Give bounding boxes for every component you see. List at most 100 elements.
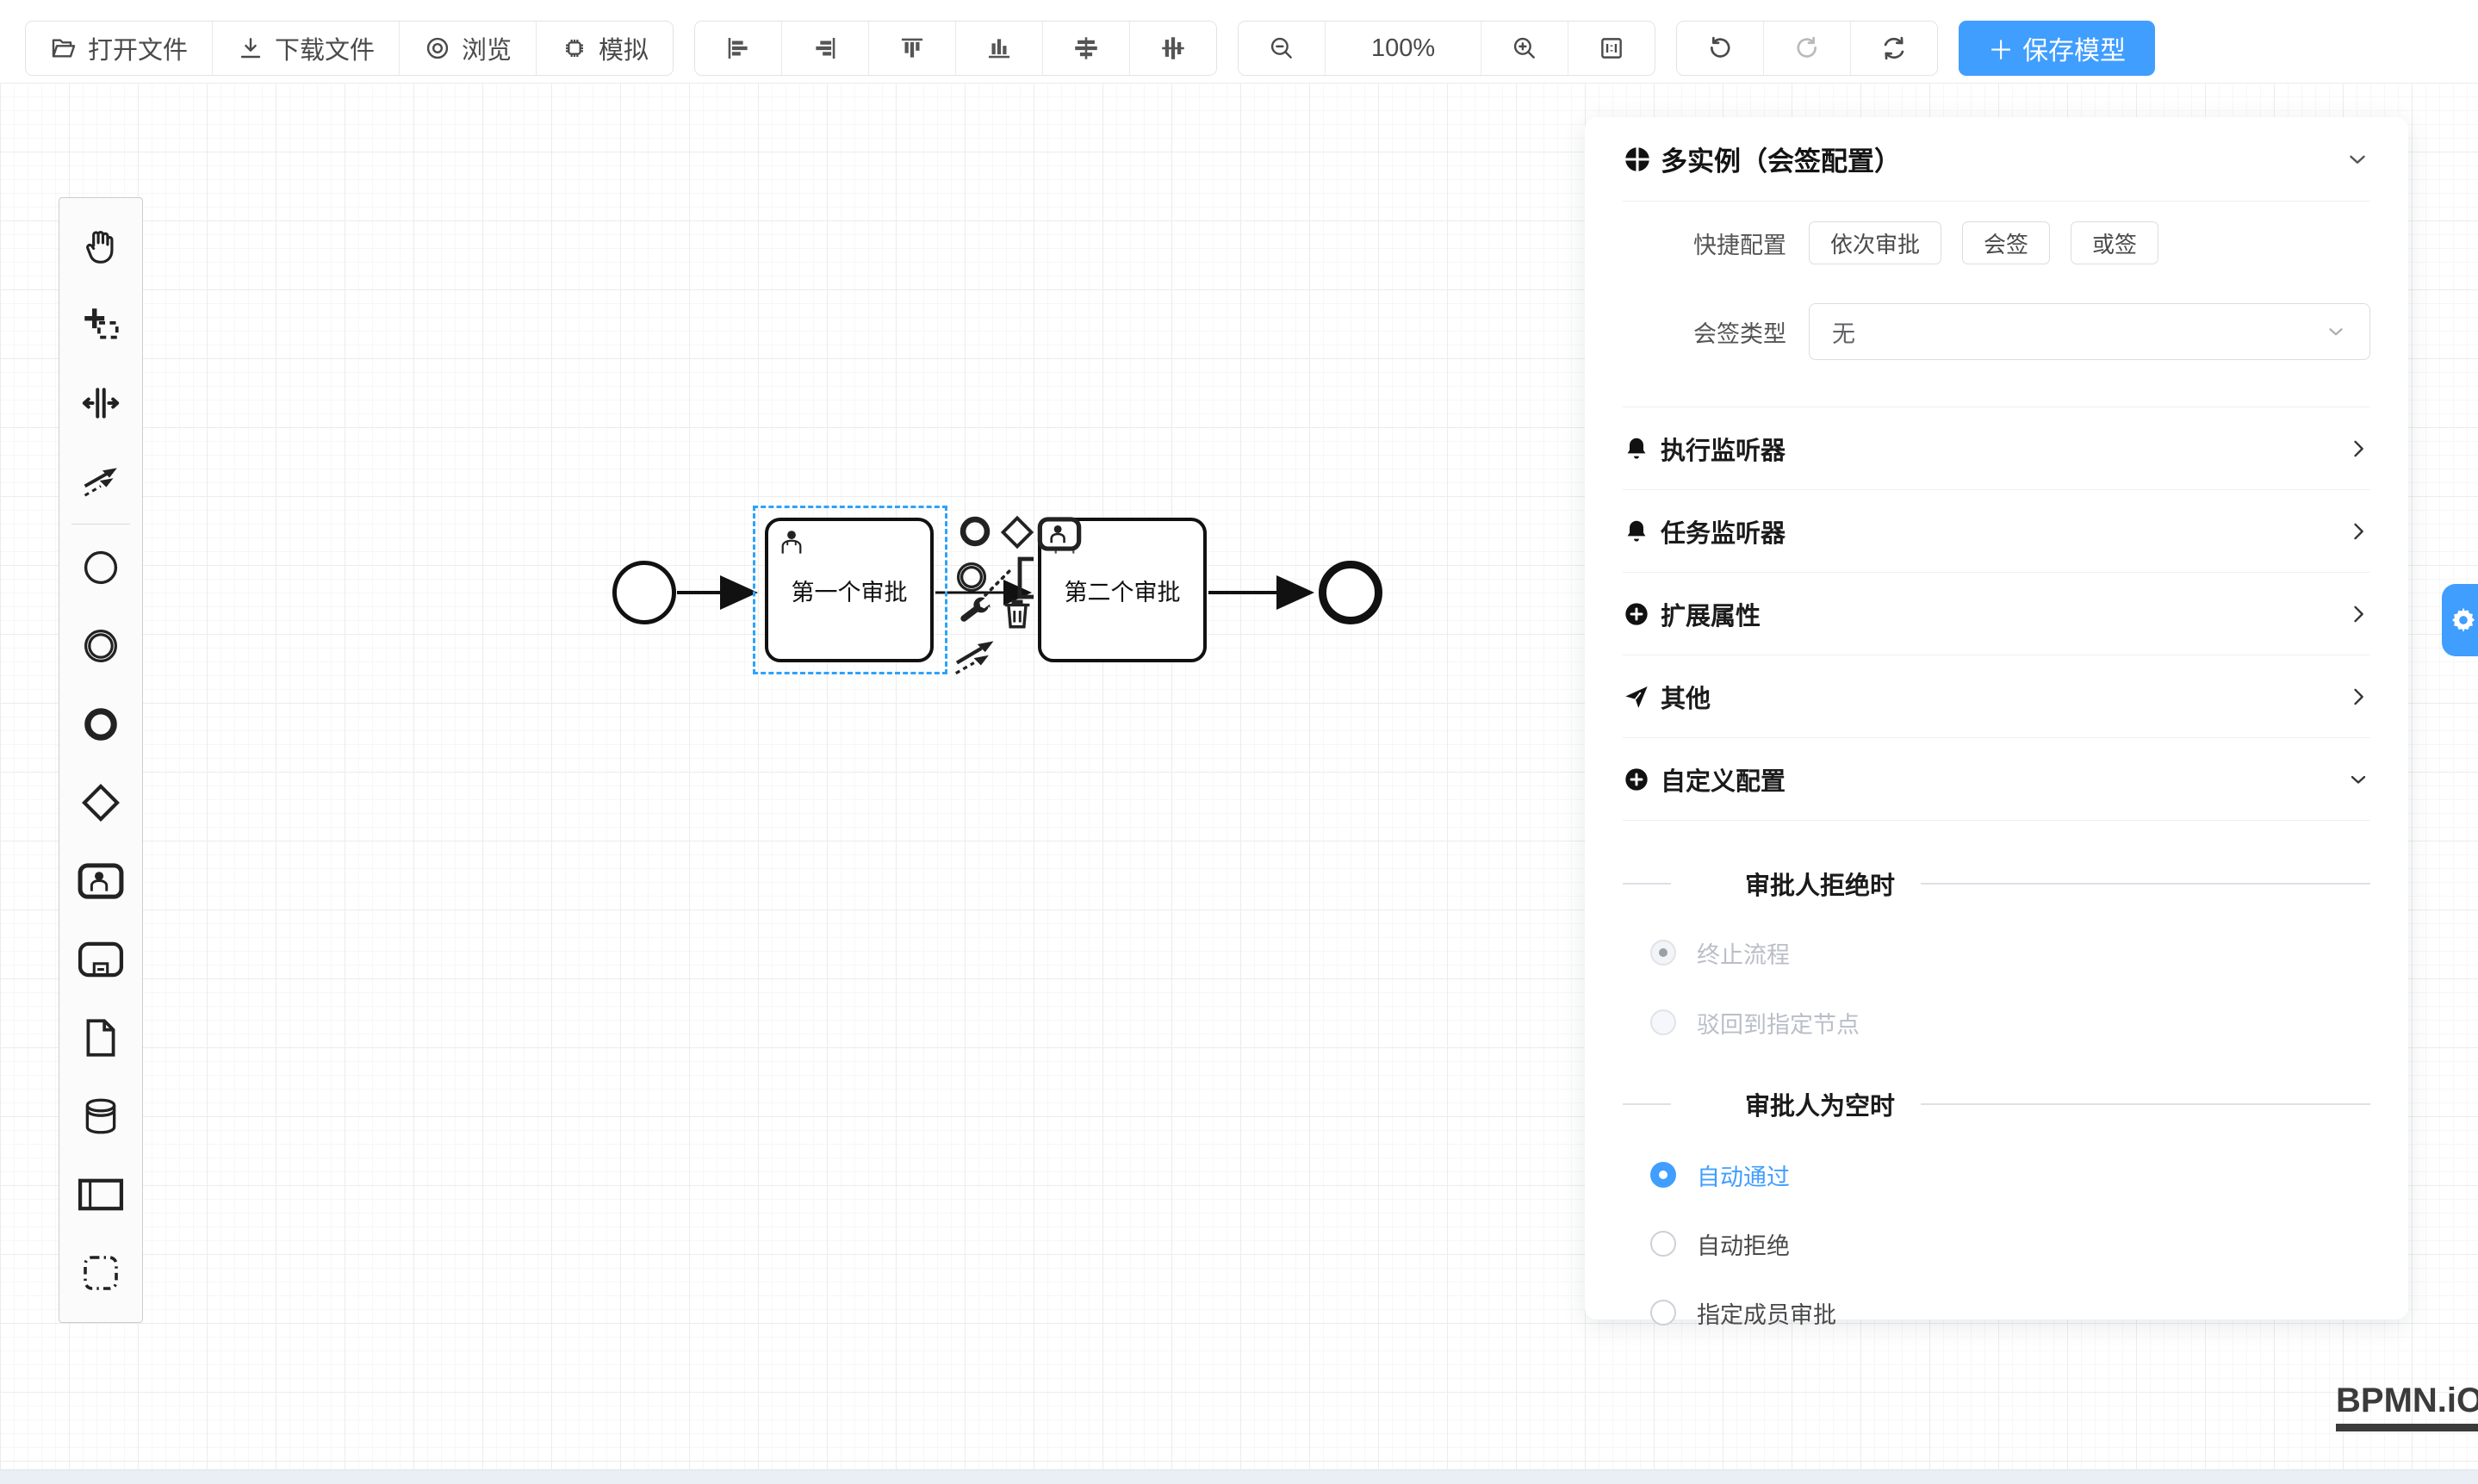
- hand-icon: [79, 225, 122, 268]
- panel-sections: 执行监听器 任务监听器 扩展属性 其他 自定义配置: [1623, 407, 2370, 821]
- fit-viewport-button[interactable]: [1568, 22, 1655, 75]
- align-right-button[interactable]: [781, 22, 868, 75]
- intermediate-event-icon: [80, 625, 121, 667]
- bpmn-io-logo[interactable]: BPMN.iO: [2336, 1382, 2478, 1431]
- download-file-button[interactable]: 下载文件: [212, 22, 399, 75]
- horizontal-scrollbar[interactable]: [0, 1469, 2478, 1484]
- radio-label: 终止流程: [1697, 936, 1790, 970]
- align-bottom-button[interactable]: [955, 22, 1042, 75]
- align-center-vertical-icon: [1158, 34, 1188, 63]
- start-event-shape[interactable]: [612, 561, 676, 624]
- empty-heading: 审批人为空时: [1745, 1086, 1895, 1122]
- radio-button[interactable]: [1650, 940, 1676, 966]
- radio-button[interactable]: [1650, 1009, 1676, 1035]
- section-label: 执行监听器: [1661, 431, 2346, 467]
- append-gateway-button[interactable]: [997, 512, 1037, 552]
- toolbar: 打开文件 下载文件 浏览 模拟: [25, 21, 2155, 76]
- global-connect-tool[interactable]: [59, 442, 142, 520]
- palette-participant-pool[interactable]: [59, 1155, 142, 1233]
- chevron-right-icon: [2346, 519, 2370, 543]
- save-model-button[interactable]: ＋ 保存模型: [1959, 21, 2155, 76]
- chevron-down-icon[interactable]: [2344, 146, 2370, 172]
- palette-end-event[interactable]: [59, 685, 142, 763]
- palette-start-event[interactable]: [59, 528, 142, 606]
- chevron-right-icon: [2346, 437, 2370, 461]
- send-icon: [1623, 683, 1650, 711]
- palette-user-task[interactable]: [59, 841, 142, 920]
- palette-group[interactable]: [59, 1233, 142, 1312]
- divider-line: [1921, 883, 2370, 885]
- settings-tab-button[interactable]: [2442, 584, 2478, 656]
- zoom-in-button[interactable]: [1481, 22, 1568, 75]
- download-icon: [237, 34, 264, 62]
- hand-tool[interactable]: [59, 207, 142, 285]
- preview-button[interactable]: 浏览: [399, 22, 536, 75]
- connect-tool-button[interactable]: [951, 633, 999, 681]
- subprocess-icon: [78, 941, 124, 978]
- folder-open-icon: [50, 34, 78, 62]
- lasso-tool[interactable]: [59, 285, 142, 363]
- reset-button[interactable]: [1850, 22, 1937, 75]
- refresh-icon: [1879, 34, 1909, 63]
- chevron-right-icon: [2346, 685, 2370, 709]
- align-left-button[interactable]: [695, 22, 781, 75]
- plus-icon: ＋: [1988, 29, 2014, 67]
- simulate-button[interactable]: 模拟: [536, 22, 673, 75]
- multi-instance-icon: [1623, 145, 1652, 174]
- palette-subprocess[interactable]: [59, 920, 142, 998]
- append-user-task-button[interactable]: [1037, 516, 1082, 552]
- bpmn-modeler-app: 打开文件 下载文件 浏览 模拟: [0, 0, 2478, 1484]
- radio-button[interactable]: [1650, 1300, 1676, 1326]
- open-file-button[interactable]: 打开文件: [26, 22, 212, 75]
- radio-button[interactable]: [1650, 1162, 1676, 1188]
- section-custom-config[interactable]: 自定义配置: [1623, 737, 2370, 821]
- user-task-shape-1[interactable]: 第一个审批: [765, 518, 934, 662]
- zoom-in-icon: [1510, 34, 1539, 63]
- or-sign-button[interactable]: 或签: [2071, 221, 2158, 264]
- zoom-level-display[interactable]: 100%: [1325, 22, 1481, 75]
- radio-label: 自动通过: [1697, 1158, 1790, 1192]
- end-event-shape[interactable]: [1319, 561, 1382, 624]
- palette-gateway[interactable]: [59, 763, 142, 841]
- gateway-icon: [78, 780, 123, 825]
- undo-button[interactable]: [1677, 22, 1763, 75]
- align-center-horizontal-button[interactable]: [1042, 22, 1129, 75]
- section-task-listener[interactable]: 任务监听器: [1623, 489, 2370, 572]
- radio-button[interactable]: [1650, 1231, 1676, 1257]
- palette-data-object[interactable]: [59, 998, 142, 1077]
- align-toolbar-group: [694, 21, 1217, 76]
- section-other[interactable]: 其他: [1623, 655, 2370, 737]
- delete-trash-button[interactable]: [997, 593, 1037, 634]
- redo-button[interactable]: [1763, 22, 1850, 75]
- panel-header[interactable]: 多实例（会签配置）: [1623, 117, 2370, 202]
- zoom-out-button[interactable]: [1239, 22, 1325, 75]
- quick-config-label: 快捷配置: [1623, 227, 1786, 260]
- space-tool[interactable]: [59, 363, 142, 442]
- section-extended-properties[interactable]: 扩展属性: [1623, 572, 2370, 655]
- radio-label: 指定成员审批: [1697, 1296, 1836, 1330]
- plus-circle-icon: [1623, 766, 1650, 793]
- palette-data-store[interactable]: [59, 1077, 142, 1155]
- align-top-button[interactable]: [868, 22, 955, 75]
- align-right-icon: [810, 34, 840, 63]
- task-label: 第一个审批: [792, 574, 908, 607]
- change-type-wrench-button[interactable]: [954, 594, 992, 632]
- user-task-icon: [78, 862, 124, 900]
- sequential-approval-button[interactable]: 依次审批: [1809, 221, 1941, 264]
- radio-assign-member[interactable]: 指定成员审批: [1650, 1295, 2370, 1331]
- align-center-vertical-button[interactable]: [1129, 22, 1216, 75]
- radio-auto-pass[interactable]: 自动通过: [1650, 1157, 2370, 1193]
- section-execution-listener[interactable]: 执行监听器: [1623, 407, 2370, 489]
- countersign-type-select[interactable]: 无: [1809, 303, 2370, 360]
- radio-terminate-process[interactable]: 终止流程: [1650, 934, 2370, 971]
- palette-intermediate-event[interactable]: [59, 606, 142, 685]
- logo-text: BPMN.iO: [2336, 1382, 2478, 1420]
- radio-auto-reject[interactable]: 自动拒绝: [1650, 1226, 2370, 1262]
- section-label: 自定义配置: [1661, 761, 2346, 798]
- divider-line: [1623, 1103, 1671, 1105]
- append-end-event-button[interactable]: [956, 512, 994, 550]
- countersign-button[interactable]: 会签: [1962, 221, 2050, 264]
- eye-icon: [424, 34, 451, 62]
- radio-return-to-node[interactable]: 驳回到指定节点: [1650, 1004, 2370, 1040]
- task-label: 第二个审批: [1065, 574, 1181, 607]
